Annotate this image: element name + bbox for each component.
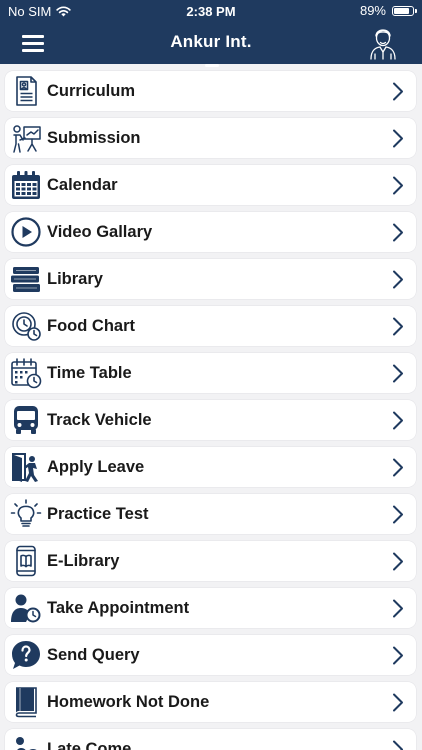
menu-item-label: Practice Test: [47, 505, 149, 523]
chevron-right-icon: [392, 693, 404, 712]
scroll-indicator: [205, 64, 219, 67]
chevron-right-icon: [392, 270, 404, 289]
profile-avatar-icon[interactable]: [368, 24, 398, 60]
menu-item-label: Calendar: [47, 176, 118, 194]
status-bar: No SIM 2:38 PM 89%: [0, 0, 422, 22]
chevron-right-icon: [392, 552, 404, 571]
leave-icon: [10, 451, 42, 483]
hamburger-menu-icon[interactable]: [20, 30, 46, 56]
bulb-icon: [10, 498, 42, 530]
menu-item-label: Food Chart: [47, 317, 135, 335]
chevron-right-icon: [392, 176, 404, 195]
late-come-icon: [10, 733, 42, 750]
menu-item-label: Curriculum: [47, 82, 136, 100]
e-library-icon: [10, 545, 42, 577]
battery-icon: [392, 5, 417, 16]
menu-item-submission[interactable]: Submission: [5, 118, 416, 158]
menu-item-e-library[interactable]: E-Library: [5, 541, 416, 581]
video-icon: [10, 216, 42, 248]
calendar-icon: [10, 169, 42, 201]
query-icon: [10, 639, 42, 671]
menu-item-calendar[interactable]: Calendar: [5, 165, 416, 205]
menu-content[interactable]: Curriculum Submission Calendar Video Gal…: [0, 64, 422, 750]
menu-item-label: E-Library: [47, 552, 120, 570]
menu-item-late-come[interactable]: Late Come: [5, 729, 416, 750]
chevron-right-icon: [392, 599, 404, 618]
menu-item-homework-not-done[interactable]: Homework Not Done: [5, 682, 416, 722]
appointment-icon: [10, 592, 42, 624]
bus-icon: [10, 404, 42, 436]
chevron-right-icon: [392, 129, 404, 148]
menu-item-practice-test[interactable]: Practice Test: [5, 494, 416, 534]
menu-item-apply-leave[interactable]: Apply Leave: [5, 447, 416, 487]
curriculum-icon: [10, 75, 42, 107]
library-icon: [10, 263, 42, 295]
menu-item-label: Late Come: [47, 740, 132, 750]
homework-icon: [10, 686, 42, 718]
menu-item-label: Take Appointment: [47, 599, 190, 617]
chevron-right-icon: [392, 364, 404, 383]
chevron-right-icon: [392, 223, 404, 242]
menu-item-label: Homework Not Done: [47, 693, 210, 711]
menu-item-label: Send Query: [47, 646, 140, 664]
menu-item-label: Video Gallary: [47, 223, 153, 241]
menu-item-label: Library: [47, 270, 103, 288]
chevron-right-icon: [392, 82, 404, 101]
clock: 2:38 PM: [186, 4, 236, 19]
chevron-right-icon: [392, 505, 404, 524]
page-title: Ankur Int.: [170, 32, 252, 51]
menu-item-label: Apply Leave: [47, 458, 145, 476]
navigation-bar: Ankur Int.: [0, 22, 422, 64]
menu-item-send-query[interactable]: Send Query: [5, 635, 416, 675]
food-chart-icon: [10, 310, 42, 342]
menu-item-take-appointment[interactable]: Take Appointment: [5, 588, 416, 628]
menu-item-label: Track Vehicle: [47, 411, 152, 429]
chevron-right-icon: [392, 317, 404, 336]
menu-item-time-table[interactable]: Time Table: [5, 353, 416, 393]
submission-icon: [10, 122, 42, 154]
menu-item-curriculum[interactable]: Curriculum: [5, 71, 416, 111]
menu-item-label: Submission: [47, 129, 141, 147]
menu-item-label: Time Table: [47, 364, 132, 382]
menu-item-track-vehicle[interactable]: Track Vehicle: [5, 400, 416, 440]
battery-percent: 89%: [359, 3, 386, 18]
menu-list: Curriculum Submission Calendar Video Gal…: [5, 71, 416, 750]
chevron-right-icon: [392, 740, 404, 750]
chevron-right-icon: [392, 411, 404, 430]
menu-item-library[interactable]: Library: [5, 259, 416, 299]
chevron-right-icon: [392, 646, 404, 665]
time-table-icon: [10, 357, 42, 389]
chevron-right-icon: [392, 458, 404, 477]
menu-item-video-gallery[interactable]: Video Gallary: [5, 212, 416, 252]
app-header: No SIM 2:38 PM 89% Ankur Int.: [0, 0, 422, 64]
menu-item-food-chart[interactable]: Food Chart: [5, 306, 416, 346]
